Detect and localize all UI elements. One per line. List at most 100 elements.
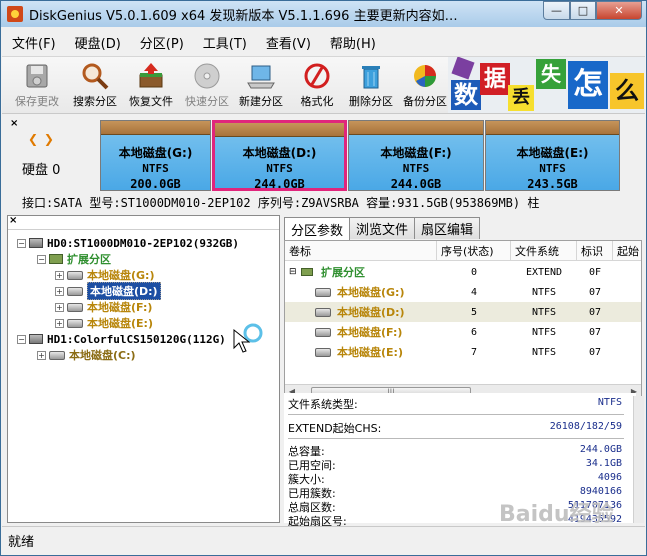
expand-icon[interactable]: + [55, 286, 64, 296]
disk-info-line: 接口:SATA 型号:ST1000DM010-2EP102 序列号:Z9AVSR… [22, 196, 540, 210]
row-label: 本地磁盘(F:) [337, 326, 403, 339]
table-row[interactable]: 本地磁盘(G:) 4 NTFS 07 [285, 282, 641, 302]
maximize-button[interactable]: □ [570, 1, 596, 20]
banner-tile: 丢 [508, 85, 534, 111]
diskgenius-app-icon [7, 6, 23, 22]
row-volume-icon [315, 342, 335, 362]
tree-item-g[interactable]: + 本地磁盘(G:) [55, 267, 154, 283]
expand-icon[interactable]: + [55, 302, 64, 312]
table-row[interactable]: ⊟ 扩展分区 0 EXTEND 0F [285, 262, 641, 282]
backup-pie-icon [410, 61, 440, 91]
disk-tree-panel: × − HD0:ST1000DM010-2EP102(932GB) − 扩展分区… [7, 215, 280, 523]
delete-partition-button[interactable]: 删除分区 [344, 60, 398, 112]
partition-size: 244.0GB [254, 177, 305, 191]
row-collapse-icon[interactable]: ⊟ [289, 262, 299, 282]
chs-label: EXTEND起始CHS: [288, 422, 382, 435]
tree-item-f[interactable]: + 本地磁盘(F:) [55, 299, 152, 315]
column-header-fs[interactable]: 文件系统 [511, 241, 577, 261]
tree-item-c[interactable]: + 本地磁盘(C:) [37, 347, 136, 363]
expand-icon[interactable]: + [37, 350, 46, 360]
recover-files-button[interactable]: 恢复文件 [124, 60, 178, 112]
tree-item-extended[interactable]: − 扩展分区 [37, 251, 111, 267]
ad-banner[interactable]: 数 据 丢 失 怎 么 [448, 57, 645, 113]
used-space-value: 34.1GB [585, 458, 622, 469]
details-panel: 分区参数 浏览文件 扇区编辑 卷标 序号(状态) 文件系统 标识 起始 ⊟ 扩展… [284, 217, 642, 528]
tree-item-e[interactable]: + 本地磁盘(E:) [55, 315, 153, 331]
fs-type-label: 文件系统类型: [288, 398, 358, 411]
tree-item-label: 本地磁盘(F:) [87, 301, 153, 314]
partition-table: 卷标 序号(状态) 文件系统 标识 起始 ⊟ 扩展分区 0 EXTEND 0F … [284, 240, 642, 399]
column-header-label[interactable]: 卷标 [285, 241, 437, 261]
partition-block-d[interactable]: 本地磁盘(D:) NTFS 244.0GB [212, 120, 347, 191]
partition-usage-bar [349, 121, 483, 135]
quick-partition-label: 快速分区 [185, 95, 229, 108]
partition-size: 243.5GB [527, 177, 578, 191]
table-row[interactable]: 本地磁盘(F:) 6 NTFS 07 [285, 322, 641, 342]
partition-fs: NTFS [266, 162, 293, 175]
menu-help[interactable]: 帮助(H) [320, 33, 385, 52]
disk-map-close-icon[interactable]: × [10, 118, 18, 129]
prev-disk-arrow-icon[interactable]: ❮ [28, 132, 38, 146]
expand-icon[interactable]: + [55, 318, 64, 328]
partition-name: 本地磁盘(D:) [242, 146, 317, 160]
partition-usage-bar [101, 121, 210, 135]
tree-item-hd0[interactable]: − HD0:ST1000DM010-2EP102(932GB) [17, 235, 239, 251]
menu-disk[interactable]: 硬盘(D) [65, 33, 130, 52]
collapse-icon[interactable]: − [17, 238, 26, 248]
collapse-icon[interactable]: − [17, 334, 26, 344]
volume-icon [67, 286, 83, 296]
column-header-number[interactable]: 序号(状态) [437, 241, 511, 261]
row-number: 7 [470, 346, 478, 358]
close-button[interactable]: ✕ [596, 1, 642, 20]
save-changes-button[interactable]: 保存更改 [10, 60, 64, 112]
tree-close-icon[interactable]: × [9, 215, 17, 226]
backup-partition-button[interactable]: 备份分区 [398, 60, 452, 112]
row-id: 07 [588, 306, 602, 318]
row-label: 本地磁盘(D:) [337, 306, 405, 319]
partition-block-g[interactable]: 本地磁盘(G:) NTFS 200.0GB [100, 120, 211, 191]
title-bar[interactable]: DiskGenius V5.0.1.609 x64 发现新版本 V5.1.1.6… [1, 1, 646, 27]
row-fs: NTFS [531, 306, 557, 318]
table-row[interactable]: 本地磁盘(E:) 7 NTFS 07 [285, 342, 641, 362]
baidu-watermark: Baidu经验 [499, 502, 614, 527]
minimize-button[interactable]: — [543, 1, 570, 20]
menu-view[interactable]: 查看(V) [256, 33, 320, 52]
column-header-id[interactable]: 标识 [577, 241, 613, 261]
partition-name: 本地磁盘(G:) [118, 146, 193, 160]
banner-tile: 失 [536, 59, 566, 89]
tree-item-label: 本地磁盘(E:) [87, 317, 153, 330]
search-partition-label: 搜索分区 [73, 95, 117, 108]
expand-icon[interactable]: + [55, 270, 64, 280]
tab-sector-edit[interactable]: 扇区编辑 [414, 217, 481, 239]
format-button[interactable]: 格式化 [290, 60, 344, 112]
row-number: 5 [470, 306, 478, 318]
partition-block-f[interactable]: 本地磁盘(F:) NTFS 244.0GB [348, 120, 484, 191]
quick-partition-button[interactable]: 快速分区 [180, 60, 234, 112]
tree-item-label: HD0:ST1000DM010-2EP102(932GB) [47, 236, 240, 250]
menu-partition[interactable]: 分区(P) [130, 33, 193, 52]
tree-item-hd1[interactable]: − HD1:ColorfulCS150120G(112G) [17, 331, 226, 347]
new-partition-button[interactable]: 新建分区 [234, 60, 288, 112]
status-text: 就绪 [8, 535, 35, 550]
row-fs: NTFS [531, 326, 557, 338]
divider [288, 438, 624, 439]
menu-tools[interactable]: 工具(T) [193, 33, 256, 52]
window-title: DiskGenius V5.0.1.609 x64 发现新版本 V5.1.1.6… [29, 8, 458, 24]
partition-block-e[interactable]: 本地磁盘(E:) NTFS 243.5GB [485, 120, 620, 191]
partition-size: 200.0GB [130, 177, 181, 191]
tab-partition-params[interactable]: 分区参数 [284, 217, 351, 240]
menu-file[interactable]: 文件(F) [2, 33, 65, 52]
backup-partition-label: 备份分区 [403, 95, 447, 108]
next-disk-arrow-icon[interactable]: ❯ [44, 132, 54, 146]
tab-browse-files[interactable]: 浏览文件 [349, 217, 416, 239]
column-header-start[interactable]: 起始 [613, 241, 641, 261]
collapse-icon[interactable]: − [37, 254, 46, 264]
partition-fs: NTFS [402, 162, 430, 175]
recover-files-label: 恢复文件 [129, 95, 173, 108]
row-fs: NTFS [531, 286, 557, 298]
search-partition-button[interactable]: 搜索分区 [68, 60, 122, 112]
tree-item-d[interactable]: + 本地磁盘(D:) [55, 282, 161, 300]
row-volume-icon [315, 302, 335, 322]
table-row-selected[interactable]: 本地磁盘(D:) 5 NTFS 07 [285, 302, 641, 322]
volume-icon [67, 302, 83, 312]
